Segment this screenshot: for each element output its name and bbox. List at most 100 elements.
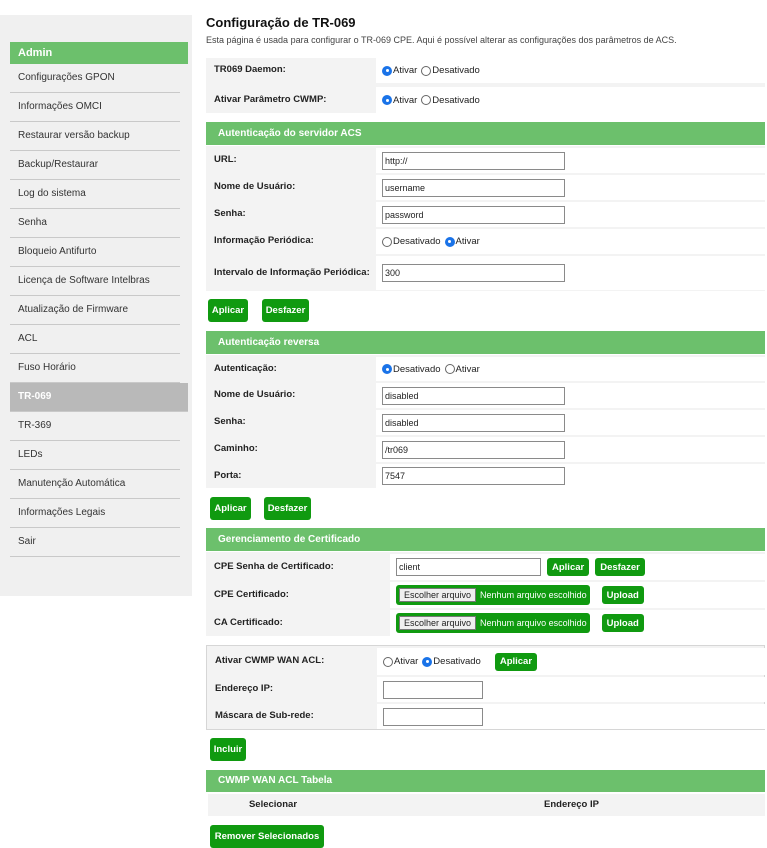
radio-unselected-icon (444, 364, 455, 374)
reverse-auth-row: Autenticação: Desativado Ativar (206, 357, 765, 381)
sidebar-item[interactable]: Log do sistema (10, 180, 180, 209)
reverse-apply-button[interactable]: Aplicar (210, 497, 251, 520)
no-file-text: Nenhum arquivo escolhido (480, 618, 587, 628)
acl-mask-input[interactable] (383, 707, 483, 726)
acl-table-header: CWMP WAN ACL Tabela (206, 770, 765, 792)
daemon-desativado-radio[interactable]: Desativado (421, 65, 480, 76)
periodic-ativar-radio[interactable]: Ativar (444, 236, 480, 247)
page-title: Configuração de TR-069 (206, 15, 356, 30)
sidebar-item[interactable]: Informações OMCI (10, 93, 180, 122)
reverse-undo-button[interactable]: Desfazer (264, 497, 311, 520)
acs-password-input[interactable] (382, 205, 565, 224)
acs-periodic-row: Informação Periódica: Desativado Ativar (206, 229, 765, 254)
sidebar-item[interactable]: TR-069 (10, 383, 188, 412)
radio-unselected-icon (383, 656, 393, 667)
acs-url-input[interactable] (382, 151, 565, 170)
reverse-user-row: Nome de Usuário: (206, 383, 765, 408)
sidebar-item[interactable]: TR-369 (10, 412, 180, 441)
sidebar-item[interactable]: Informações Legais (10, 499, 180, 528)
reverse-port-row: Porta: (206, 464, 765, 488)
sidebar-item[interactable]: Licença de Software Intelbras (10, 267, 180, 296)
acs-pass-cell (376, 202, 765, 227)
radio-label: Desativado (432, 65, 480, 76)
choose-file-button[interactable]: Escolher arquivo (399, 616, 477, 630)
sidebar-item[interactable]: Manutenção Automática (10, 470, 180, 499)
column-select: Selecionar (248, 799, 298, 810)
cert-undo-button[interactable]: Desfazer (595, 558, 645, 576)
reverse-path-cell (376, 437, 765, 462)
acl-mask-cell (377, 704, 766, 729)
reverse-username-input[interactable] (382, 386, 565, 405)
sidebar-item[interactable]: Restaurar versão backup (10, 122, 180, 151)
acl-enable-row: Ativar CWMP WAN ACL: Ativar Desativado A… (207, 648, 766, 675)
sidebar-item[interactable]: Sair (10, 528, 180, 557)
radio-selected-icon (382, 65, 392, 76)
cpe-cert-row: CPE Certificado: Escolher arquivo Nenhum… (206, 582, 765, 608)
acs-username-input[interactable] (382, 178, 565, 197)
radio-unselected-icon (421, 65, 432, 76)
daemon-options: Ativar Desativado (376, 58, 765, 83)
reverse-ativar-radio[interactable]: Ativar (444, 364, 480, 375)
acs-user-label: Nome de Usuário: (208, 175, 374, 200)
acl-add-button[interactable]: Incluir (210, 738, 246, 761)
cert-settings: CPE Senha de Certificado: Aplicar Desfaz… (206, 552, 765, 636)
cwmp-desativado-radio[interactable]: Desativado (421, 95, 480, 106)
periodic-desativado-radio[interactable]: Desativado (382, 236, 441, 247)
remove-selected-button[interactable]: Remover Selecionados (210, 825, 324, 848)
reverse-path-input[interactable] (382, 440, 565, 459)
cert-pass-row: CPE Senha de Certificado: Aplicar Desfaz… (206, 554, 765, 580)
reverse-user-cell (376, 383, 765, 408)
sidebar-item[interactable]: Backup/Restaurar (10, 151, 180, 180)
acs-section-header: Autenticação do servidor ACS (206, 122, 765, 145)
cpe-cert-upload-button[interactable]: Upload (601, 586, 644, 604)
radio-selected-icon (422, 656, 433, 667)
radio-label: Desativado (432, 94, 480, 106)
sidebar-item[interactable]: Fuso Horário (10, 354, 180, 383)
acs-apply-button[interactable]: Aplicar (208, 299, 248, 322)
radio-label: Ativar (393, 94, 418, 106)
acl-apply-button[interactable]: Aplicar (494, 652, 538, 671)
acl-desativado-radio[interactable]: Desativado (422, 656, 481, 667)
sidebar-item[interactable]: Bloqueio Antifurto (10, 238, 180, 267)
radio-label: Desativado (393, 363, 441, 375)
reverse-port-input[interactable] (382, 467, 565, 485)
cwmp-ativar-radio[interactable]: Ativar (382, 95, 417, 106)
reverse-pass-cell (376, 410, 765, 435)
acs-url-cell (376, 148, 765, 173)
sidebar-item[interactable]: Senha (10, 209, 180, 238)
ca-cert-row: CA Certificado: Escolher arquivo Nenhum … (206, 610, 765, 636)
acs-interval-label: Intervalo de Informação Periódica: (208, 256, 374, 290)
sidebar-item[interactable]: LEDs (10, 441, 180, 470)
acs-undo-button[interactable]: Desfazer (262, 299, 309, 322)
radio-unselected-icon (382, 236, 392, 247)
sidebar-item[interactable]: Configurações GPON (10, 64, 180, 93)
acs-interval-input[interactable] (382, 264, 565, 282)
acl-mask-label: Máscara de Sub-rede: (209, 704, 375, 729)
acs-interval-row: Intervalo de Informação Periódica: (206, 256, 765, 290)
radio-selected-icon (444, 236, 455, 247)
acl-ip-row: Endereço IP: (207, 677, 766, 702)
reverse-pass-row: Senha: (206, 410, 765, 435)
cpe-cert-file-input[interactable]: Escolher arquivo Nenhum arquivo escolhid… (396, 585, 590, 605)
acs-periodic-label: Informação Periódica: (208, 229, 374, 254)
sidebar-item[interactable]: ACL (10, 325, 180, 354)
cert-apply-button[interactable]: Aplicar (547, 558, 590, 576)
no-file-text: Nenhum arquivo escolhido (480, 590, 587, 600)
cert-password-input[interactable] (396, 558, 541, 576)
reverse-password-input[interactable] (382, 413, 565, 432)
sidebar-title: Admin (10, 42, 188, 64)
sidebar-item[interactable]: Atualização de Firmware (10, 296, 180, 325)
acl-ativar-radio[interactable]: Ativar (383, 656, 418, 667)
cert-pass-label: CPE Senha de Certificado: (208, 554, 388, 580)
radio-selected-icon (382, 95, 392, 105)
ca-cert-upload-button[interactable]: Upload (601, 614, 644, 632)
reverse-desativado-radio[interactable]: Desativado (382, 364, 441, 375)
daemon-ativar-radio[interactable]: Ativar (382, 65, 417, 76)
reverse-auth-options: Desativado Ativar (376, 357, 765, 381)
column-ip-address: Endereço IP (544, 799, 599, 810)
cwmp-param-label: Ativar Parâmetro CWMP: (208, 87, 374, 113)
choose-file-button[interactable]: Escolher arquivo (399, 588, 477, 602)
acl-ip-input[interactable] (383, 680, 483, 699)
ca-cert-file-input[interactable]: Escolher arquivo Nenhum arquivo escolhid… (396, 613, 590, 633)
radio-label: Ativar (393, 65, 418, 76)
